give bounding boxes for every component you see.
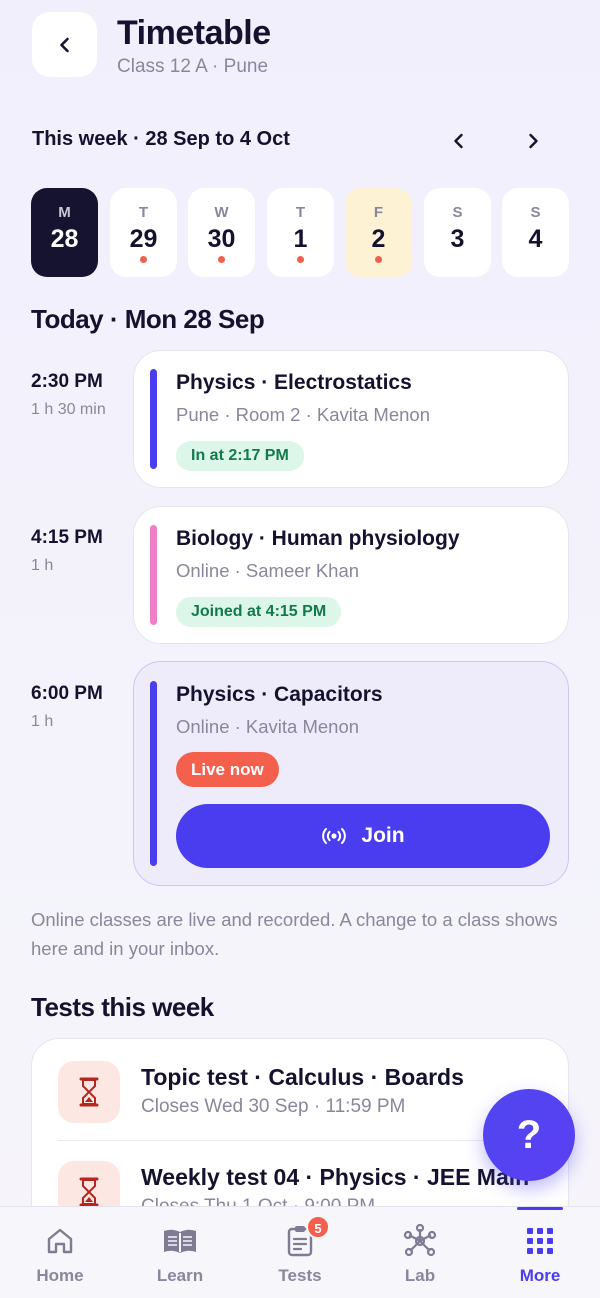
day-fri[interactable]: F 2 <box>345 188 412 277</box>
live-badge: Live now <box>176 752 279 787</box>
day-number: 30 <box>207 225 236 253</box>
molecule-icon <box>400 1223 440 1259</box>
class-time: 6:00 PM <box>31 683 103 704</box>
nav-home[interactable]: Home <box>0 1207 120 1298</box>
nav-more[interactable]: More <box>480 1207 600 1298</box>
day-number: 28 <box>50 225 79 253</box>
test-title: Weekly test 04 · Physics · JEE Main <box>141 1164 530 1190</box>
grid-icon <box>520 1223 560 1259</box>
day-sun[interactable]: S 4 <box>502 188 569 277</box>
attendance-badge: Joined at 4:15 PM <box>176 597 342 627</box>
join-button[interactable]: Join <box>176 804 550 868</box>
day-number: 4 <box>528 225 543 253</box>
nav-label: Learn <box>156 1266 204 1285</box>
live-class-card[interactable]: Physics · Capacitors Online · Kavita Men… <box>133 661 569 886</box>
today-heading: Today · Mon 28 Sep <box>31 304 265 334</box>
tests-count-badge: 5 <box>306 1215 330 1239</box>
day-letter: F <box>373 204 384 221</box>
day-letter: T <box>138 204 149 221</box>
day-number: 1 <box>293 225 308 253</box>
bottom-nav: Home Learn Tests 5 Lab More <box>0 1206 600 1298</box>
day-number: 3 <box>450 225 465 253</box>
help-icon: ? <box>516 1112 542 1157</box>
day-thu[interactable]: T 1 <box>267 188 334 277</box>
day-strip: M 28 T 29 W 30 T 1 F 2 S 3 S 4 <box>31 188 569 278</box>
nav-lab[interactable]: Lab <box>360 1207 480 1298</box>
week-label: This week · 28 Sep to 4 Oct <box>32 128 290 150</box>
day-letter: W <box>214 204 229 221</box>
subject-color-bar <box>150 369 157 469</box>
help-button[interactable]: ? <box>483 1089 575 1181</box>
nav-label: Tests <box>278 1266 322 1285</box>
nav-label: Lab <box>404 1266 436 1285</box>
nav-label: More <box>519 1266 561 1285</box>
class-duration: 1 h <box>31 557 54 574</box>
test-deadline: Closes Wed 30 Sep · 11:59 PM <box>141 1096 406 1117</box>
day-sat[interactable]: S 3 <box>424 188 491 277</box>
back-button[interactable] <box>32 12 97 77</box>
class-card[interactable]: Physics · Electrostatics Pune · Room 2 ·… <box>133 350 569 488</box>
event-dot <box>140 256 147 263</box>
nav-tests[interactable]: Tests <box>240 1207 360 1298</box>
page-subtitle: Class 12 A · Pune <box>117 56 269 77</box>
nav-learn[interactable]: Learn <box>120 1207 240 1298</box>
event-dot <box>218 256 225 263</box>
test-title: Topic test · Calculus · Boards <box>141 1064 464 1090</box>
day-letter: S <box>452 204 463 221</box>
tests-heading: Tests this week <box>31 992 214 1022</box>
class-duration: 1 h 30 min <box>31 401 106 418</box>
day-letter: M <box>58 204 71 221</box>
broadcast-icon <box>322 828 347 844</box>
join-label: Join <box>361 824 405 847</box>
week-selector: This week · 28 Sep to 4 Oct <box>32 126 568 156</box>
class-time: 2:30 PM <box>31 371 103 392</box>
class-title: Physics · Capacitors <box>176 683 383 706</box>
nav-label: Home <box>36 1266 84 1285</box>
event-dot <box>375 256 382 263</box>
next-week-button[interactable] <box>518 126 548 156</box>
book-icon <box>160 1223 200 1259</box>
subject-color-bar <box>150 525 157 625</box>
attendance-badge: In at 2:17 PM <box>176 441 304 471</box>
day-wed[interactable]: W 30 <box>188 188 255 277</box>
page-title: Timetable <box>117 14 271 52</box>
hourglass-icon <box>58 1061 120 1123</box>
chevron-left-icon <box>59 37 69 52</box>
chevron-right-icon <box>529 133 538 149</box>
chevron-left-icon <box>454 133 463 149</box>
day-number: 29 <box>129 225 158 253</box>
prev-week-button[interactable] <box>444 126 474 156</box>
class-title: Biology · Human physiology <box>176 527 460 550</box>
class-subtitle: Online · Kavita Menon <box>176 716 360 737</box>
event-dot <box>297 256 304 263</box>
day-mon[interactable]: M 28 <box>31 188 98 277</box>
class-card[interactable]: Biology · Human physiology Online · Same… <box>133 506 569 644</box>
class-subtitle: Online · Sameer Khan <box>176 560 360 581</box>
day-tue[interactable]: T 29 <box>110 188 177 277</box>
class-title: Physics · Electrostatics <box>176 371 412 394</box>
header: Timetable Class 12 A · Pune <box>32 12 572 78</box>
day-number: 2 <box>371 225 386 253</box>
class-duration: 1 h <box>31 713 54 730</box>
subject-color-bar <box>150 681 157 866</box>
class-time: 4:15 PM <box>31 527 103 548</box>
class-subtitle: Pune · Room 2 · Kavita Menon <box>176 404 430 425</box>
home-icon <box>40 1223 80 1259</box>
day-letter: S <box>530 204 541 221</box>
info-note: Online classes are live and recorded. A … <box>31 909 558 959</box>
day-letter: T <box>295 204 306 221</box>
